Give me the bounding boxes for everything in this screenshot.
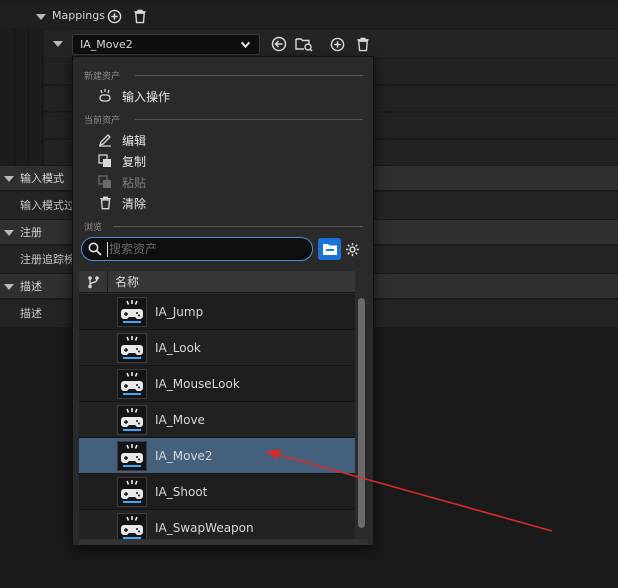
asset-name: IA_MouseLook xyxy=(155,377,240,391)
list-header: 名称 xyxy=(79,271,355,293)
trash-icon xyxy=(97,195,113,211)
category-label: 注册 xyxy=(20,226,42,239)
asset-thumbnail xyxy=(117,477,147,507)
edit-pencil-icon xyxy=(97,132,113,148)
trash-icon xyxy=(357,37,369,51)
asset-name: IA_Jump xyxy=(155,305,204,319)
paste-item[interactable]: 粘贴 xyxy=(97,172,146,192)
add-element-button[interactable] xyxy=(328,35,346,53)
search-icon xyxy=(88,242,102,256)
divider xyxy=(135,119,363,120)
asset-thumbnail xyxy=(117,297,147,327)
gamepad-icon xyxy=(121,444,143,467)
category-expand-arrow[interactable] xyxy=(4,230,14,236)
input-action-combo[interactable]: IA_Move2 xyxy=(72,34,260,55)
browse-back-icon xyxy=(271,36,287,52)
asset-list: IA_Jump IA_Look IA_MouseLook IA_Move IA_… xyxy=(79,294,355,539)
list-item[interactable]: IA_Jump xyxy=(79,294,355,330)
mappings-category-row[interactable]: Mappings xyxy=(0,4,618,28)
mappings-expand-arrow[interactable] xyxy=(36,14,46,20)
list-item[interactable]: IA_Shoot xyxy=(79,474,355,510)
hierarchy-icon[interactable] xyxy=(87,275,100,289)
trash-icon xyxy=(134,9,146,23)
clear-label: 清除 xyxy=(122,196,147,211)
divider xyxy=(135,75,363,76)
delete-mappings-button[interactable] xyxy=(131,7,149,25)
new-input-action-label: 输入操作 xyxy=(122,89,171,104)
clear-item[interactable]: 清除 xyxy=(97,193,146,213)
browse-back-button[interactable] xyxy=(270,35,288,53)
gamepad-icon xyxy=(121,516,143,539)
scrollbar-thumb[interactable] xyxy=(358,298,365,528)
search-input[interactable] xyxy=(109,240,299,258)
paste-icon xyxy=(97,174,113,190)
list-item[interactable]: IA_MouseLook xyxy=(79,366,355,402)
popup-bottom-bar xyxy=(79,539,368,545)
column-name-header[interactable]: 名称 xyxy=(115,271,139,293)
view-options-button[interactable] xyxy=(343,240,361,258)
copy-label: 复制 xyxy=(122,154,147,169)
new-asset-header: 新建资产 xyxy=(84,72,121,82)
mapping-expand-arrow[interactable] xyxy=(53,41,63,47)
mappings-label: Mappings xyxy=(52,9,105,22)
list-scrollbar[interactable] xyxy=(358,294,366,539)
copy-icon xyxy=(97,153,113,169)
gamepad-icon xyxy=(121,408,143,431)
asset-name: IA_Look xyxy=(155,341,201,355)
asset-thumbnail xyxy=(117,369,147,399)
add-icon xyxy=(330,37,344,51)
property-label: 输入模式过 xyxy=(20,199,75,212)
asset-name: IA_Move2 xyxy=(155,449,213,463)
copy-item[interactable]: 复制 xyxy=(97,151,146,171)
search-box[interactable] xyxy=(81,237,313,261)
edit-label: 编辑 xyxy=(122,133,147,148)
gamepad-icon xyxy=(121,372,143,395)
category-expand-arrow[interactable] xyxy=(4,284,14,290)
delete-element-button[interactable] xyxy=(354,35,372,53)
asset-thumbnail xyxy=(117,513,147,539)
gamepad-icon xyxy=(121,480,143,503)
asset-name: IA_Move xyxy=(155,413,205,427)
browse-to-asset-button[interactable] xyxy=(295,35,313,53)
new-input-action-item[interactable]: 输入操作 xyxy=(97,86,170,106)
asset-name: IA_SwapWeapon xyxy=(155,521,254,535)
gamepad-icon xyxy=(121,336,143,359)
chevron-down-icon xyxy=(240,41,251,49)
column-separator[interactable] xyxy=(107,271,108,293)
category-expand-arrow[interactable] xyxy=(4,176,14,182)
browse-folder-button[interactable] xyxy=(318,238,341,260)
asset-picker-popup: 新建资产 输入操作 当前资产 编辑 复制 粘贴 清除 浏览 搜索资产 名称 IA… xyxy=(72,56,374,546)
edit-item[interactable]: 编辑 xyxy=(97,130,146,150)
asset-name: IA_Shoot xyxy=(155,485,208,499)
property-label: 注册追踪榜 xyxy=(20,253,75,266)
asset-thumbnail xyxy=(117,333,147,363)
selected-action-value: IA_Move2 xyxy=(80,38,133,51)
paste-label: 粘贴 xyxy=(122,175,147,190)
gamepad-icon xyxy=(121,300,143,323)
category-label: 描述 xyxy=(20,280,42,293)
list-item[interactable]: IA_SwapWeapon xyxy=(79,510,355,539)
add-mapping-button[interactable] xyxy=(105,7,123,25)
asset-thumbnail xyxy=(117,441,147,471)
text-caret xyxy=(107,242,108,257)
divider xyxy=(113,226,363,227)
list-item[interactable]: IA_Move xyxy=(79,402,355,438)
add-icon xyxy=(107,9,121,23)
input-action-icon xyxy=(97,88,113,104)
browse-header: 浏览 xyxy=(84,223,103,233)
property-label: 描述 xyxy=(20,307,42,320)
folder-icon xyxy=(322,244,337,255)
list-item-selected[interactable]: IA_Move2 xyxy=(79,438,355,474)
category-label: 输入模式 xyxy=(20,172,64,185)
settings-gear-icon xyxy=(345,242,359,256)
asset-thumbnail xyxy=(117,405,147,435)
list-item[interactable]: IA_Look xyxy=(79,330,355,366)
current-asset-header: 当前资产 xyxy=(84,116,121,126)
browse-folder-icon xyxy=(295,38,313,52)
